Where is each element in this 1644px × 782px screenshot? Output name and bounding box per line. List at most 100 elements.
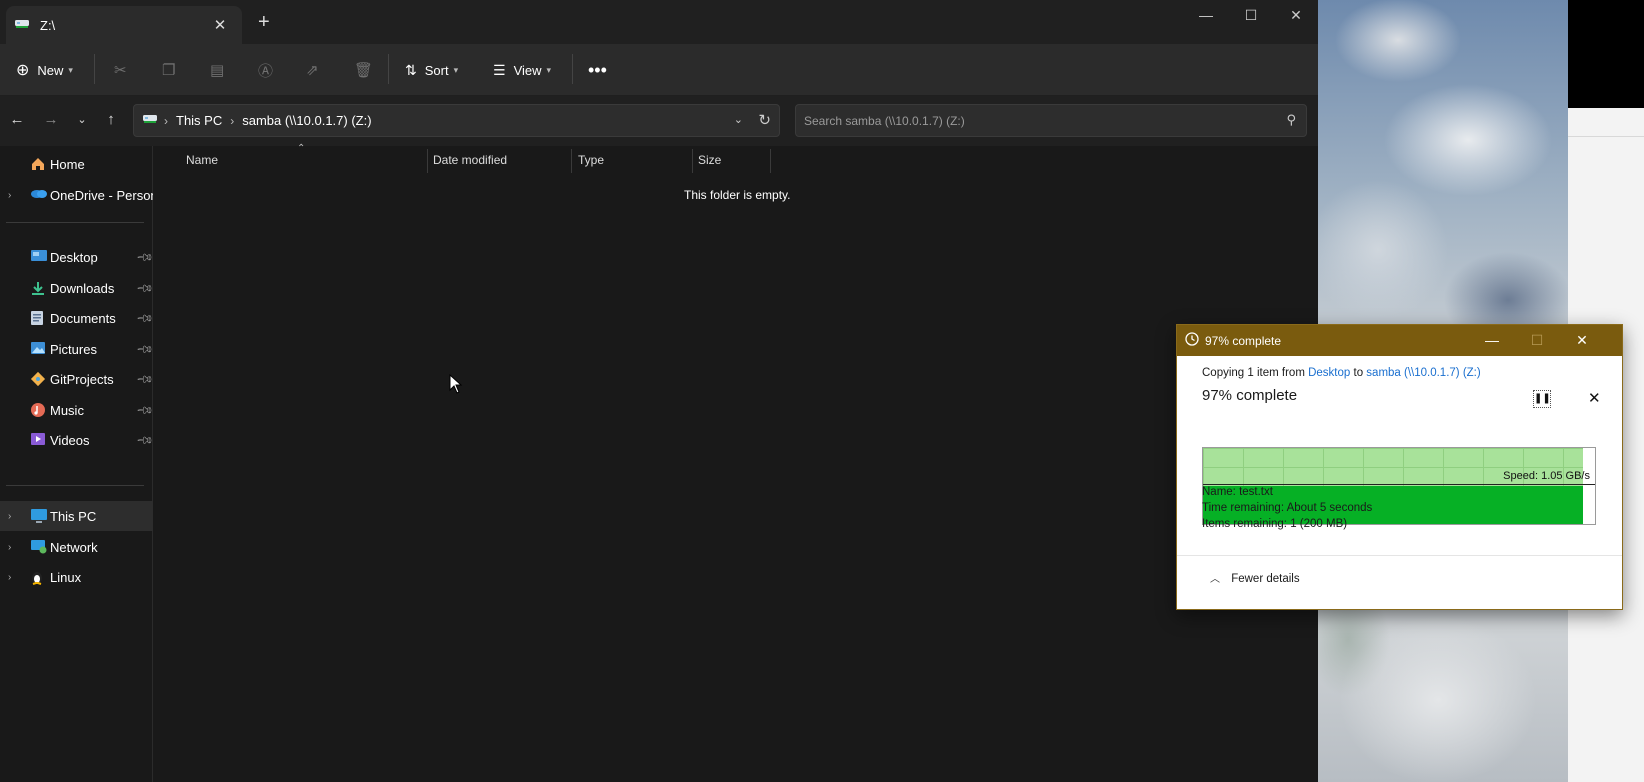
- sidebar-item-downloads[interactable]: Downloads 📌︎: [0, 273, 154, 303]
- column-separator[interactable]: [571, 149, 572, 173]
- documents-icon: [30, 310, 48, 326]
- up-arrow-icon[interactable]: ↑: [99, 108, 123, 132]
- cut-icon[interactable]: ✂: [114, 44, 127, 96]
- sort-icon: ⇅: [405, 61, 417, 78]
- column-header-date-modified[interactable]: Date modified: [433, 153, 507, 173]
- mouse-pointer-icon: [449, 374, 463, 394]
- items-remaining-value: 1 (200 MB): [1290, 518, 1348, 530]
- address-bar[interactable]: › This PC › samba (\\10.0.1.7) (Z:) ⌄ ↻: [133, 104, 780, 137]
- sidebar-item-linux[interactable]: › Linux: [0, 562, 153, 592]
- destination-link[interactable]: samba (\\10.0.1.7) (Z:): [1366, 367, 1480, 379]
- network-drive-icon: [142, 113, 158, 128]
- delete-icon[interactable]: 🗑︎: [354, 44, 373, 96]
- sidebar-item-onedrive[interactable]: › OneDrive - Persona: [0, 180, 153, 210]
- sidebar-item-label: This PC: [50, 508, 97, 524]
- expand-chevron-icon[interactable]: ›: [8, 572, 11, 583]
- search-input[interactable]: [804, 112, 1264, 130]
- column-header-name[interactable]: Name: [186, 153, 218, 173]
- share-icon[interactable]: ⇗: [306, 44, 319, 96]
- close-window-icon[interactable]: ✕: [1276, 4, 1316, 26]
- music-icon: [30, 402, 48, 418]
- time-remaining-detail: Time remaining: About 5 seconds: [1202, 502, 1372, 514]
- column-separator[interactable]: [770, 149, 771, 173]
- breadcrumb-this-pc[interactable]: This PC: [176, 113, 222, 128]
- column-separator[interactable]: [427, 149, 428, 173]
- linux-icon: [30, 569, 48, 585]
- dialog-close-icon[interactable]: ✕: [1560, 325, 1604, 356]
- sidebar-item-label: Home: [50, 156, 85, 172]
- background-window-dark-region: [1568, 0, 1644, 108]
- back-arrow-icon[interactable]: ←: [5, 108, 29, 132]
- file-explorer-window: Z:\ ✕ + — ☐ ✕ ⊕ New ▾ ✂ ❐ ▤ Ⓐ ⇗ 🗑︎ ⇅ Sor…: [0, 0, 1318, 782]
- column-separator[interactable]: [692, 149, 693, 173]
- file-list-pane[interactable]: ⌃ Name Date modified Type Size This fold…: [154, 143, 1318, 782]
- sort-button-label: Sort: [424, 62, 449, 78]
- copy-progress-dialog: 97% complete — ☐ ✕ Copying 1 item from D…: [1176, 324, 1623, 610]
- sidebar-item-desktop[interactable]: Desktop 📌︎: [0, 242, 154, 272]
- new-tab-icon[interactable]: +: [258, 11, 270, 34]
- expand-chevron-icon[interactable]: ›: [8, 542, 11, 553]
- chevron-down-icon: ▾: [453, 64, 459, 75]
- search-icon[interactable]: ⚲: [1286, 112, 1296, 128]
- sidebar-item-network[interactable]: › Network: [0, 532, 153, 562]
- sidebar-item-gitprojects[interactable]: GitProjects 📌︎: [0, 364, 154, 394]
- sidebar-item-label: Linux: [50, 569, 82, 585]
- sidebar-item-videos[interactable]: Videos 📌︎: [0, 425, 154, 455]
- sidebar-item-documents[interactable]: Documents 📌︎: [0, 303, 154, 333]
- dialog-title: 97% complete: [1205, 333, 1282, 348]
- cancel-copy-icon[interactable]: ✕: [1588, 389, 1601, 407]
- new-button[interactable]: ⊕ New ▾: [16, 44, 73, 96]
- column-header-type[interactable]: Type: [578, 153, 604, 173]
- tab-close-icon[interactable]: ✕: [210, 16, 230, 34]
- maximize-icon[interactable]: ☐: [1231, 4, 1271, 26]
- refresh-icon[interactable]: ↻: [758, 111, 771, 129]
- title-bar: Z:\ ✕ + — ☐ ✕: [0, 0, 1318, 44]
- source-link[interactable]: Desktop: [1308, 367, 1350, 379]
- paste-icon[interactable]: ▤: [210, 44, 224, 96]
- sidebar-item-home[interactable]: Home: [0, 149, 153, 179]
- sidebar-item-this-pc[interactable]: › This PC: [0, 501, 153, 531]
- clock-icon: [1185, 332, 1199, 349]
- breadcrumb-samba-drive[interactable]: samba (\\10.0.1.7) (Z:): [242, 113, 371, 128]
- sidebar-divider: [6, 485, 144, 486]
- recent-locations-chevron-icon[interactable]: ⌄: [70, 108, 94, 132]
- git-folder-icon: [30, 371, 48, 387]
- home-icon: [30, 156, 48, 172]
- sort-button[interactable]: ⇅ Sort ▾: [405, 44, 458, 96]
- sidebar-item-label: OneDrive - Persona: [50, 187, 153, 203]
- expand-chevron-icon[interactable]: ›: [8, 511, 11, 522]
- sidebar-item-label: Network: [50, 539, 98, 555]
- rename-icon[interactable]: Ⓐ: [258, 44, 273, 96]
- sidebar-divider: [6, 222, 144, 223]
- forward-arrow-icon[interactable]: →: [39, 108, 63, 132]
- videos-icon: [30, 432, 48, 448]
- minimize-icon[interactable]: —: [1186, 4, 1226, 26]
- items-remaining-label: Items remaining:: [1202, 518, 1288, 530]
- chevron-down-icon: ▾: [546, 64, 552, 75]
- expand-chevron-icon[interactable]: ›: [8, 190, 11, 201]
- fewer-details-button[interactable]: ︿ Fewer details: [1210, 570, 1300, 585]
- pause-button[interactable]: ❚❚: [1533, 390, 1551, 408]
- view-lines-icon: ☰: [493, 61, 506, 78]
- more-options-icon[interactable]: •••: [588, 44, 607, 96]
- address-row: ← → ⌄ ↑ › This PC › samba (\\10.0.1.7) (…: [0, 96, 1318, 146]
- sidebar-item-music[interactable]: Music 📌︎: [0, 395, 154, 425]
- tab-z-drive[interactable]: Z:\ ✕: [6, 6, 242, 44]
- name-value: test.txt: [1239, 486, 1273, 498]
- time-remaining-value: About 5 seconds: [1286, 502, 1373, 514]
- toolbar-divider: [94, 54, 95, 84]
- view-button[interactable]: ☰ View ▾: [493, 44, 551, 96]
- search-box[interactable]: ⚲: [795, 104, 1307, 137]
- breadcrumb-separator-icon[interactable]: ›: [230, 114, 234, 128]
- address-dropdown-icon[interactable]: ⌄: [734, 113, 743, 126]
- navigation-pane: Home › OneDrive - Persona Desktop 📌︎ Dow…: [0, 146, 154, 782]
- sidebar-item-pictures[interactable]: Pictures 📌︎: [0, 334, 154, 364]
- column-header-size[interactable]: Size: [698, 153, 721, 173]
- tab-title: Z:\: [40, 17, 56, 33]
- empty-folder-message: This folder is empty.: [684, 188, 791, 202]
- dialog-minimize-icon[interactable]: —: [1470, 325, 1514, 356]
- name-label: Name:: [1202, 486, 1236, 498]
- desktop-icon: [30, 249, 48, 265]
- sort-ascending-icon: ⌃: [297, 143, 306, 154]
- copy-icon[interactable]: ❐: [162, 44, 175, 96]
